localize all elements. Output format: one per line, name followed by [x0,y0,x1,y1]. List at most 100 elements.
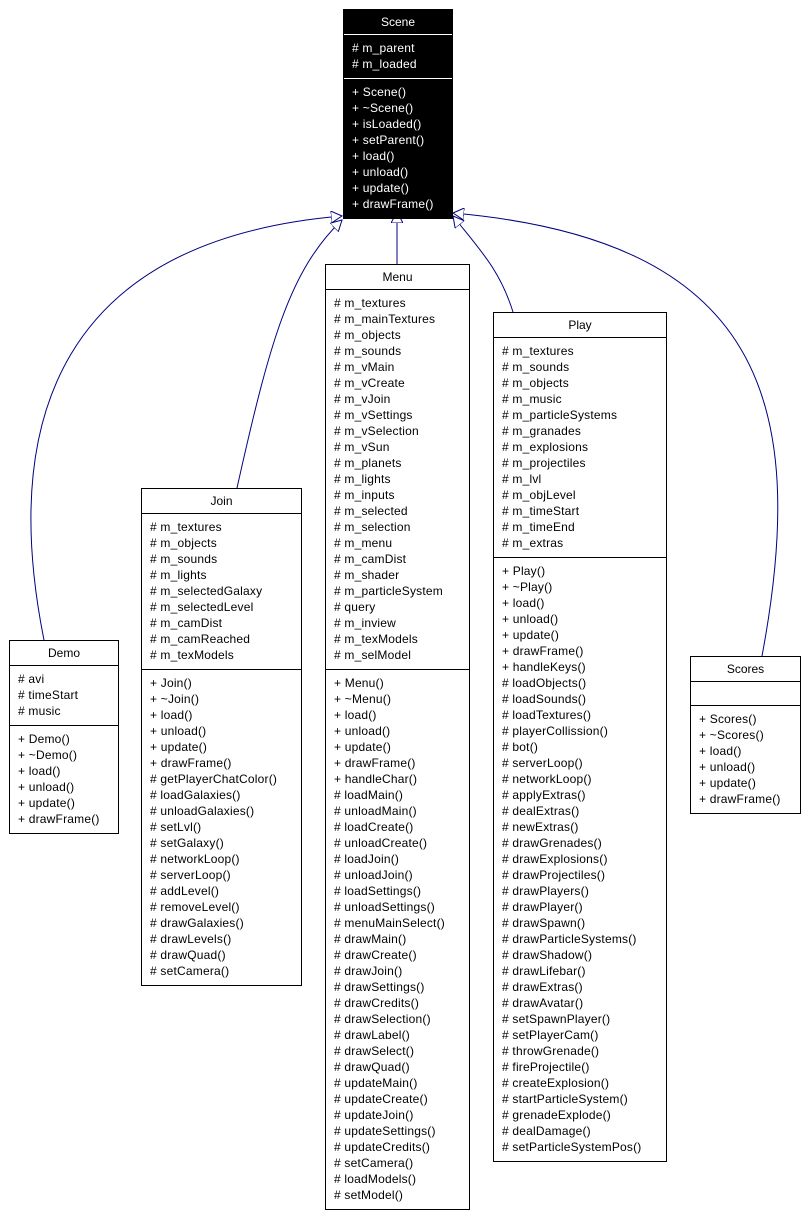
class-box-demo[interactable]: Demo # avi # timeStart # music + Demo() + ~De… [9,640,119,834]
class-method: + ~Menu() [334,692,392,706]
class-attribute: # m_sounds [334,344,402,358]
class-method: # updateMain() [334,1076,418,1090]
class-method: # bot() [502,740,539,754]
class-attribute: # m_objects [334,328,401,342]
class-method: + update() [699,776,757,790]
class-method: # setLvl() [150,820,202,834]
class-attribute: # m_inputs [334,488,395,502]
class-method: # drawSettings() [334,980,425,994]
class-methods-section: + Scores() + ~Scores() + load() + unload() +… [691,706,800,813]
class-method: # networkLoop() [502,772,592,786]
class-name: Scene [344,10,452,35]
class-method: # serverLoop() [150,868,231,882]
class-method: # createExplosion() [502,1076,610,1090]
class-attribute: # query [334,600,376,614]
class-attribute: # m_particleSystems [502,408,618,422]
class-attribute: # m_camDist [150,616,223,630]
class-method: # playerCollission() [502,724,609,738]
class-method: # drawExplosions() [502,852,608,866]
class-methods-section: + Menu() + ~Menu() + load() + unload() + upd… [326,670,469,1209]
class-method: # drawGalaxies() [150,916,244,930]
class-method: # drawLabel() [334,1028,410,1042]
class-box-menu[interactable]: Menu # m_textures # m_mainTextures # m_obje… [325,264,470,1210]
class-attribute: # m_projectiles [502,456,586,470]
class-method: + unload() [150,724,207,738]
class-attributes-section: # m_textures # m_objects # m_sounds # m_lig… [142,514,301,670]
class-method: # startParticleSystem() [502,1092,628,1106]
class-attribute: # m_extras [502,536,564,550]
class-method: + load() [334,708,377,722]
class-attributes-section: # m_textures # m_sounds # m_objects # m_mus… [494,338,666,558]
class-method: # serverLoop() [502,756,583,770]
class-attribute: # m_parent [352,41,415,55]
class-method: # unloadJoin() [334,868,413,882]
class-methods-section: + Scene() + ~Scene() + isLoaded() + setPare… [344,79,452,218]
class-method: + drawFrame() [150,756,232,770]
class-method: + Demo() [18,732,70,746]
class-attribute: # avi [18,672,45,686]
class-attribute: # m_selectedLevel [150,600,254,614]
class-method: + load() [18,764,61,778]
class-attribute: # timeStart [18,688,79,702]
class-name: Scores [691,657,800,682]
class-attribute: # m_loaded [352,57,417,71]
class-method: + Scene() [352,85,407,99]
class-method: + ~Join() [150,692,200,706]
class-method: + isLoaded() [352,117,422,131]
class-box-play[interactable]: Play # m_textures # m_sounds # m_objects # m… [493,312,667,1162]
class-attribute: # m_selection [334,520,411,534]
class-method: # loadSounds() [502,692,587,706]
class-method: + unload() [502,612,559,626]
class-method: # loadCreate() [334,820,414,834]
class-method: + update() [18,796,76,810]
class-attribute: # m_textures [150,520,222,534]
class-attribute: # m_vSettings [334,408,413,422]
class-method: + ~Play() [502,580,553,594]
class-method: + ~Demo() [18,748,78,762]
class-methods-section: + Play() + ~Play() + load() + unload() + upd… [494,558,666,1161]
class-name: Play [494,313,666,338]
class-name: Join [142,489,301,514]
class-attribute: # m_timeEnd [502,520,575,534]
class-attribute: # m_particleSystem [334,584,443,598]
class-method: # drawCreate() [334,948,417,962]
class-attribute: # m_vJoin [334,392,391,406]
class-attribute: # m_texModels [150,648,234,662]
class-methods-section: + Demo() + ~Demo() + load() + unload() + upd… [10,726,118,833]
class-method: # drawSpawn() [502,916,586,930]
class-method: + unload() [699,760,756,774]
class-method: # loadObjects() [502,676,587,690]
class-attribute: # m_lvl [502,472,542,486]
class-method: # unloadSettings() [334,900,435,914]
class-method: + load() [150,708,193,722]
class-method: + update() [334,740,392,754]
class-method: # newExtras() [502,820,579,834]
class-method: # dealDamage() [502,1124,591,1138]
class-method: + Menu() [334,676,384,690]
class-method: # setGalaxy() [150,836,224,850]
class-method: + drawFrame() [352,197,434,211]
class-attribute: # m_sounds [150,552,218,566]
class-box-scores[interactable]: Scores + Scores() + ~Scores() + load() + unl… [690,656,801,814]
class-attribute: # m_vCreate [334,376,405,390]
class-method: # drawPlayer() [502,900,583,914]
class-method: # loadJoin() [334,852,400,866]
class-method: # setParticleSystemPos() [502,1140,642,1154]
class-method: + load() [502,596,545,610]
class-method: # addLevel() [150,884,220,898]
class-method: + load() [352,149,395,163]
class-attribute: # m_camDist [334,552,407,566]
class-attribute: # m_lights [150,568,207,582]
class-attributes-section [691,682,800,706]
class-method: # updateCredits() [334,1140,431,1154]
class-box-join[interactable]: Join # m_textures # m_objects # m_sounds # m… [141,488,302,986]
class-method: # loadModels() [334,1172,417,1186]
class-method: # loadGalaxies() [150,788,241,802]
class-method: # menuMainSelect() [334,916,445,930]
class-method: + drawFrame() [502,644,584,658]
class-name: Demo [10,641,118,666]
class-method: + load() [699,744,742,758]
class-box-scene[interactable]: Scene # m_parent # m_loaded + Scene() + ~Sce… [343,9,453,219]
class-method: # drawJoin() [334,964,403,978]
class-attribute: # m_selectedGalaxy [150,584,263,598]
